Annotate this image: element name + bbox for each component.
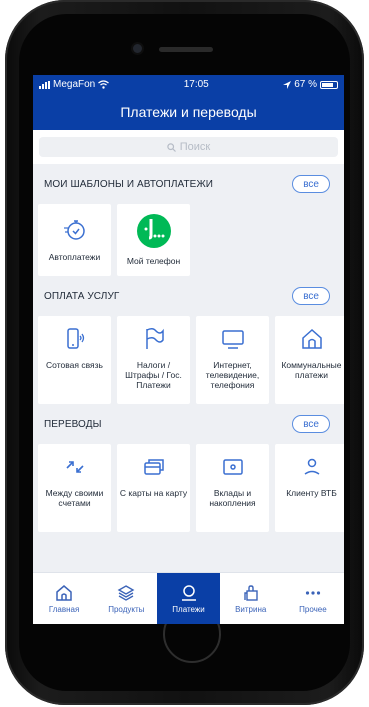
more-icon [305,590,321,595]
tab-products[interactable]: Продукты [95,573,157,624]
flag-icon [145,327,164,349]
tv-icon [221,330,244,349]
vtb-client-card[interactable]: Клиенту ВТБ [275,444,344,532]
card-label: Налоги / Штрафы / Гос. Платежи [125,360,182,390]
templates-section: МОИ ШАБЛОНЫ И АВТОПЛАТЕЖИ все Автоплатеж… [33,164,344,276]
card-label: Сотовая связь [46,360,103,370]
card-label: С карты на карту [119,488,188,498]
mobile-icon [66,328,84,349]
my-phone-card[interactable]: Мой телефон [117,204,190,276]
search-input[interactable]: Поиск [39,137,338,157]
tab-home[interactable]: Главная [33,573,95,624]
section-title: ОПЛАТА УСЛУГ [44,290,120,302]
stopwatch-icon [63,220,85,240]
tab-label: Прочее [299,604,327,614]
status-bar: MegaFon 17:05 67 % [33,75,344,94]
see-all-button[interactable]: все [292,415,330,433]
battery-percent: 67 % [294,79,317,90]
tab-label: Главная [48,604,80,614]
mobile-service-card[interactable]: Сотовая связь [38,316,111,404]
carrier-name: MegaFon [53,79,96,90]
page-title: Платежи и переводы [33,94,344,130]
tab-label: Платежи [172,604,205,614]
cards-icon [143,459,164,475]
card-label: Интернет, телевидение, телефония [205,360,260,390]
wallet-icon [222,459,243,475]
transfers-section: ПЕРЕВОДЫ все Между своими счетами С карт… [33,404,344,532]
tab-payments[interactable]: Платежи [157,573,220,624]
autopayments-card[interactable]: Автоплатежи [38,204,111,276]
tab-showcase[interactable]: Витрина [220,573,282,624]
front-camera [133,44,142,53]
arrows-icon [65,461,84,473]
card-label: Коммунальные платежи [281,360,342,380]
earpiece-speaker [159,47,213,52]
card-label: Между своими счетами [45,488,104,508]
battery-icon [319,80,338,89]
deposits-card[interactable]: Вклады и накопления [196,444,269,532]
section-title: МОИ ШАБЛОНЫ И АВТОПЛАТЕЖИ [44,178,214,190]
wifi-icon [98,80,110,89]
services-section: ОПЛАТА УСЛУГ все Сотовая связь Налоги / … [33,276,344,404]
card-to-card-card[interactable]: С карты на карту [117,444,190,532]
internet-tv-card[interactable]: Интернет, телевидение, телефония [196,316,269,404]
shopping-bag-icon [244,584,258,601]
taxes-card[interactable]: Налоги / Штрафы / Гос. Платежи [117,316,190,404]
payments-icon [181,584,196,601]
layers-icon [117,584,135,601]
clock: 17:05 [183,79,209,90]
tab-more[interactable]: Прочее [282,573,344,624]
megafon-logo [136,214,171,248]
card-label: Мой телефон [126,256,181,266]
card-label: Вклады и накопления [209,488,256,508]
app-screen: MegaFon 17:05 67 % Платежи и переводы По… [33,75,344,624]
tab-label: Продукты [108,604,145,614]
location-icon [283,80,292,89]
search-icon [167,142,176,152]
signal-icon [39,80,50,89]
home-icon [301,328,322,349]
search-placeholder: Поиск [179,141,211,153]
tab-label: Витрина [235,604,267,614]
card-label: Клиенту ВТБ [286,488,337,498]
home-icon [56,584,72,601]
utilities-card[interactable]: Коммунальные платежи [275,316,344,404]
section-title: ПЕРЕВОДЫ [44,418,102,430]
tab-bar: Главная Продукты Платежи Витрина Прочее [33,572,344,624]
see-all-button[interactable]: все [292,175,330,193]
card-label: Автоплатежи [48,252,101,262]
own-accounts-card[interactable]: Между своими счетами [38,444,111,532]
see-all-button[interactable]: все [292,287,330,305]
person-icon [304,458,319,475]
search-bar: Поиск [33,130,344,164]
